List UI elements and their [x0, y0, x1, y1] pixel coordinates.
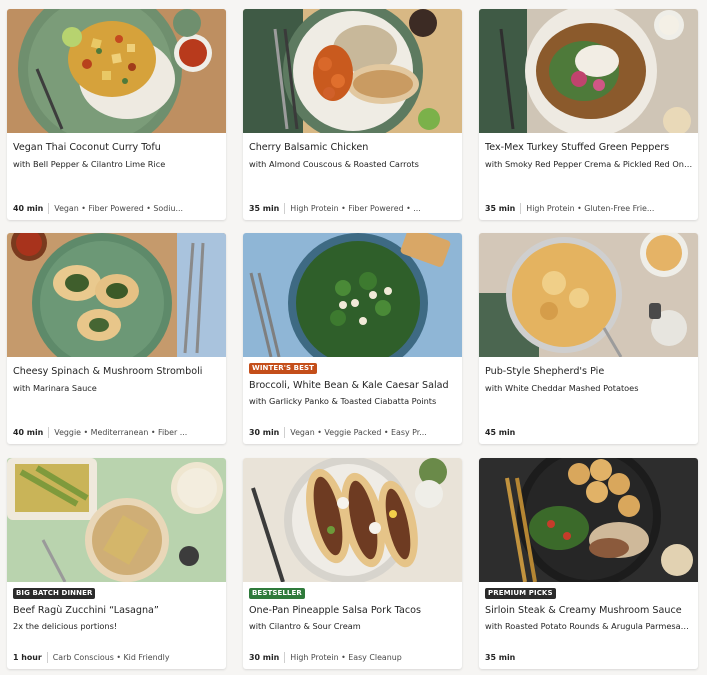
- recipe-title[interactable]: Pub-Style Shepherd's Pie: [485, 366, 693, 377]
- recipe-image[interactable]: [7, 458, 226, 582]
- recipe-meta: 35 min High Protein • Fiber Powered • ..…: [249, 202, 457, 214]
- recipe-subtitle: with Roasted Potato Rounds & Arugula Par…: [485, 621, 693, 631]
- recipe-image[interactable]: [479, 458, 698, 582]
- recipe-tags: Veggie • Mediterranean • Fiber ...: [54, 427, 188, 437]
- winters-best-badge: WINTER'S BEST: [249, 363, 317, 374]
- cook-time: 35 min: [249, 203, 280, 213]
- meta-divider: [284, 426, 286, 438]
- recipe-card[interactable]: Cherry Balsamic Chicken with Almond Cous…: [243, 9, 462, 220]
- recipe-subtitle: with Garlicky Panko & Toasted Ciabatta P…: [249, 396, 437, 406]
- cook-time: 45 min: [485, 427, 516, 437]
- recipe-meta: 40 min Vegan • Fiber Powered • Sodiu...: [13, 202, 221, 214]
- cook-time: 30 min: [249, 652, 280, 662]
- big-batch-badge: BIG BATCH DINNER: [13, 588, 96, 599]
- recipe-tags: High Protein • Gluten-Free Frie...: [526, 203, 655, 213]
- cook-time: 35 min: [485, 203, 516, 213]
- recipe-card[interactable]: BESTSELLER One-Pan Pineapple Salsa Pork …: [243, 458, 462, 669]
- recipe-card[interactable]: Cheesy Spinach & Mushroom Stromboli with…: [7, 233, 226, 444]
- recipe-image[interactable]: [479, 233, 698, 357]
- recipe-card[interactable]: Vegan Thai Coconut Curry Tofu with Bell …: [7, 9, 226, 220]
- recipe-image[interactable]: [243, 458, 462, 582]
- recipe-tags: Carb Conscious • Kid Friendly: [52, 652, 170, 662]
- recipe-title[interactable]: One-Pan Pineapple Salsa Pork Tacos: [249, 605, 457, 616]
- recipe-title[interactable]: Cheesy Spinach & Mushroom Stromboli: [13, 366, 221, 377]
- recipe-title[interactable]: Beef Ragù Zucchini “Lasagna”: [13, 605, 221, 616]
- recipe-image[interactable]: [243, 233, 462, 357]
- recipe-meta: 35 min: [485, 651, 693, 663]
- recipe-title[interactable]: Vegan Thai Coconut Curry Tofu: [13, 142, 221, 153]
- meta-divider: [520, 202, 522, 214]
- recipe-subtitle: with Marinara Sauce: [13, 383, 97, 393]
- recipe-meta: 45 min: [485, 426, 693, 438]
- recipe-tags: Vegan • Veggie Packed • Easy Pr...: [290, 427, 427, 437]
- recipe-card[interactable]: WINTER'S BEST Broccoli, White Bean & Kal…: [243, 233, 462, 444]
- recipe-subtitle: with Almond Couscous & Roasted Carrots: [249, 159, 419, 169]
- recipe-meta: 40 min Veggie • Mediterranean • Fiber ..…: [13, 426, 221, 438]
- meta-divider: [284, 651, 286, 663]
- cook-time: 40 min: [13, 427, 44, 437]
- meta-divider: [46, 651, 48, 663]
- recipe-title[interactable]: Broccoli, White Bean & Kale Caesar Salad: [249, 380, 457, 391]
- recipe-card[interactable]: Pub-Style Shepherd's Pie with White Ched…: [479, 233, 698, 444]
- recipe-subtitle: 2x the delicious portions!: [13, 621, 118, 631]
- meta-divider: [284, 202, 286, 214]
- recipe-subtitle: with Smoky Red Pepper Crema & Pickled Re…: [485, 159, 693, 169]
- bestseller-badge: BESTSELLER: [249, 588, 305, 599]
- recipe-subtitle: with Bell Pepper & Cilantro Lime Rice: [13, 159, 166, 169]
- recipe-image[interactable]: [243, 9, 462, 133]
- meta-divider: [48, 426, 50, 438]
- recipe-tags: High Protein • Easy Cleanup: [290, 652, 402, 662]
- recipe-image[interactable]: [7, 9, 226, 133]
- recipe-meta: 35 min High Protein • Gluten-Free Frie..…: [485, 202, 693, 214]
- recipe-meta: 1 hour Carb Conscious • Kid Friendly: [13, 651, 221, 663]
- recipe-title[interactable]: Sirloin Steak & Creamy Mushroom Sauce: [485, 605, 693, 616]
- cook-time: 30 min: [249, 427, 280, 437]
- recipe-title[interactable]: Tex-Mex Turkey Stuffed Green Peppers: [485, 142, 693, 153]
- recipe-subtitle: with White Cheddar Mashed Potatoes: [485, 383, 639, 393]
- recipe-tags: Vegan • Fiber Powered • Sodiu...: [54, 203, 183, 213]
- recipe-card[interactable]: PREMIUM PICKS Sirloin Steak & Creamy Mus…: [479, 458, 698, 669]
- premium-picks-badge: PREMIUM PICKS: [485, 588, 556, 599]
- recipe-image[interactable]: [7, 233, 226, 357]
- recipe-card[interactable]: Tex-Mex Turkey Stuffed Green Peppers wit…: [479, 9, 698, 220]
- recipe-image[interactable]: [479, 9, 698, 133]
- cook-time: 1 hour: [13, 652, 42, 662]
- recipe-card[interactable]: BIG BATCH DINNER Beef Ragù Zucchini “Las…: [7, 458, 226, 669]
- recipe-tags: High Protein • Fiber Powered • ...: [290, 203, 421, 213]
- recipe-meta: 30 min High Protein • Easy Cleanup: [249, 651, 457, 663]
- cook-time: 35 min: [485, 652, 516, 662]
- meta-divider: [48, 202, 50, 214]
- recipe-meta: 30 min Vegan • Veggie Packed • Easy Pr..…: [249, 426, 457, 438]
- cook-time: 40 min: [13, 203, 44, 213]
- recipe-title[interactable]: Cherry Balsamic Chicken: [249, 142, 457, 153]
- recipe-subtitle: with Cilantro & Sour Cream: [249, 621, 361, 631]
